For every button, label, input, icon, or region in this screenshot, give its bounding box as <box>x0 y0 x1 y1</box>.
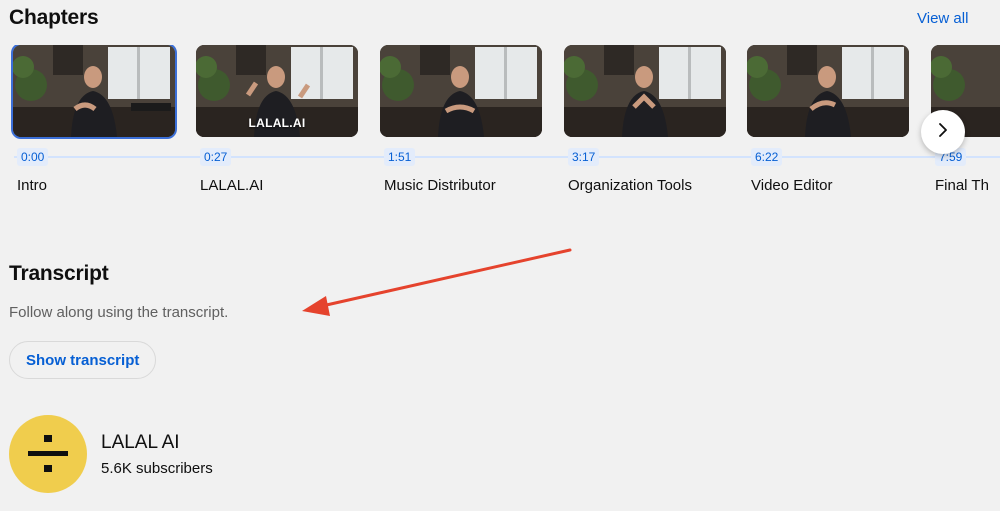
chapter-thumbnail <box>564 45 726 137</box>
transcript-heading: Transcript <box>9 262 109 285</box>
show-transcript-button[interactable]: Show transcript <box>9 341 157 379</box>
chapter-title: Organization Tools <box>568 177 692 194</box>
channel-name[interactable]: LALAL AI <box>101 432 180 454</box>
chapter-timestamp[interactable]: 1:51 <box>384 148 416 166</box>
chapter-card-intro[interactable]: 0:00 Intro <box>11 45 179 205</box>
transcript-description: Follow along using the transcript. <box>9 304 229 321</box>
chapter-timestamp[interactable]: 0:00 <box>17 148 49 166</box>
chapter-title: Final Th <box>935 177 989 194</box>
chapter-title: Intro <box>17 177 48 194</box>
chapter-thumbnail <box>11 45 177 139</box>
chapter-timestamp[interactable]: 3:17 <box>568 148 600 166</box>
chapter-thumbnail <box>747 45 909 137</box>
chapter-card-video-editor[interactable]: 6:22 Video Editor <box>747 45 913 205</box>
chapter-thumbnail-caption: LALAL.AI <box>248 116 306 130</box>
chapter-timestamp[interactable]: 0:27 <box>200 148 232 166</box>
chapters-carousel: 0:00 Intro LALAL.AI 0:27 LALAL.AI 1:51 M… <box>0 45 1000 205</box>
channel-avatar[interactable] <box>9 415 87 493</box>
chapter-timestamp[interactable]: 6:22 <box>751 148 783 166</box>
chapter-title: Music Distributor <box>384 177 496 194</box>
chapter-thumbnail: LALAL.AI <box>196 45 358 137</box>
chapters-heading: Chapters <box>9 6 99 29</box>
subscriber-count: 5.6K subscribers <box>101 460 213 477</box>
view-all-link[interactable]: View all <box>917 10 968 27</box>
chapter-title: LALAL.AI <box>200 177 264 194</box>
divide-icon <box>9 435 87 497</box>
chapters-next-button[interactable] <box>921 110 965 154</box>
chapter-card-music-distributor[interactable]: 1:51 Music Distributor <box>380 45 546 205</box>
chevron-right-icon <box>936 122 950 143</box>
chapter-card-organization-tools[interactable]: 3:17 Organization Tools <box>564 45 730 205</box>
chapter-card-lalal-ai[interactable]: LALAL.AI 0:27 LALAL.AI <box>196 45 362 205</box>
annotation-arrow <box>290 240 580 325</box>
chapter-thumbnail <box>380 45 542 137</box>
chapter-title: Video Editor <box>751 177 833 194</box>
